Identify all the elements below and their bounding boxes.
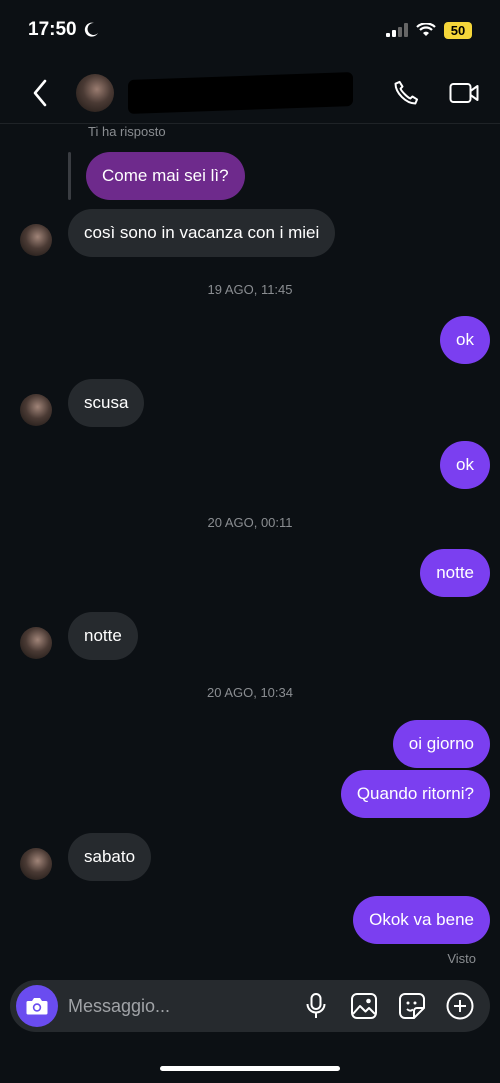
video-call-button[interactable]: [448, 77, 480, 109]
battery-indicator: 50: [444, 21, 472, 39]
reply-indicator-bar: [68, 152, 71, 200]
sender-avatar[interactable]: [20, 627, 52, 659]
outgoing-message[interactable]: notte: [420, 549, 490, 597]
plus-circle-icon: [446, 992, 474, 1020]
incoming-message[interactable]: scusa: [68, 379, 145, 427]
voice-message-button[interactable]: [300, 990, 332, 1022]
chat-header: [0, 62, 500, 124]
outgoing-message[interactable]: ok: [440, 441, 490, 489]
camera-icon: [26, 998, 48, 1015]
sender-avatar[interactable]: [20, 848, 52, 880]
chevron-left-icon: [33, 79, 47, 106]
timestamp: 20 AGO, 00:11: [207, 515, 293, 530]
message-thread[interactable]: Ti ha risposto Come mai sei lì? così son…: [0, 124, 500, 974]
clock: 17:50: [28, 19, 77, 40]
sticker-button[interactable]: [396, 990, 428, 1022]
gallery-button[interactable]: [348, 990, 380, 1022]
status-time: 17:50: [28, 19, 99, 41]
contact-avatar[interactable]: [76, 73, 114, 112]
video-camera-icon: [449, 82, 479, 103]
redacted-contact-name: [128, 71, 353, 114]
timestamp: 20 AGO, 10:34: [206, 685, 293, 700]
image-icon: [351, 993, 377, 1019]
incoming-message[interactable]: notte: [68, 612, 138, 660]
voice-call-button[interactable]: [390, 77, 422, 109]
outgoing-message[interactable]: Quando ritorni?: [340, 770, 490, 818]
status-bar: 17:50 50: [0, 0, 500, 60]
message-input[interactable]: [68, 995, 300, 1017]
sticker-icon: [399, 993, 425, 1019]
home-indicator[interactable]: [160, 1066, 340, 1071]
message-composer: [10, 980, 490, 1032]
sender-avatar[interactable]: [20, 394, 52, 426]
more-options-button[interactable]: [444, 990, 476, 1022]
signal-icon: [386, 23, 408, 37]
seen-receipt: Visto: [447, 951, 476, 966]
incoming-message[interactable]: così sono in vacanza con i miei: [68, 209, 336, 257]
camera-button[interactable]: [16, 985, 58, 1027]
incoming-message[interactable]: sabato: [68, 833, 152, 881]
moon-icon: [84, 22, 98, 37]
sender-avatar[interactable]: [20, 224, 52, 256]
outgoing-message[interactable]: oi giorno: [392, 720, 490, 768]
status-indicators: 50: [386, 21, 472, 39]
quoted-message[interactable]: Come mai sei lì?: [86, 152, 245, 200]
outgoing-message[interactable]: Okok va bene: [353, 896, 490, 944]
outgoing-message[interactable]: ok: [440, 316, 490, 364]
phone-icon: [394, 80, 419, 104]
microphone-icon: [306, 993, 326, 1018]
replied-label: Ti ha risposto: [88, 124, 166, 139]
timestamp: 19 AGO, 11:45: [207, 282, 293, 297]
back-button[interactable]: [20, 73, 60, 113]
wifi-icon: [416, 23, 436, 36]
